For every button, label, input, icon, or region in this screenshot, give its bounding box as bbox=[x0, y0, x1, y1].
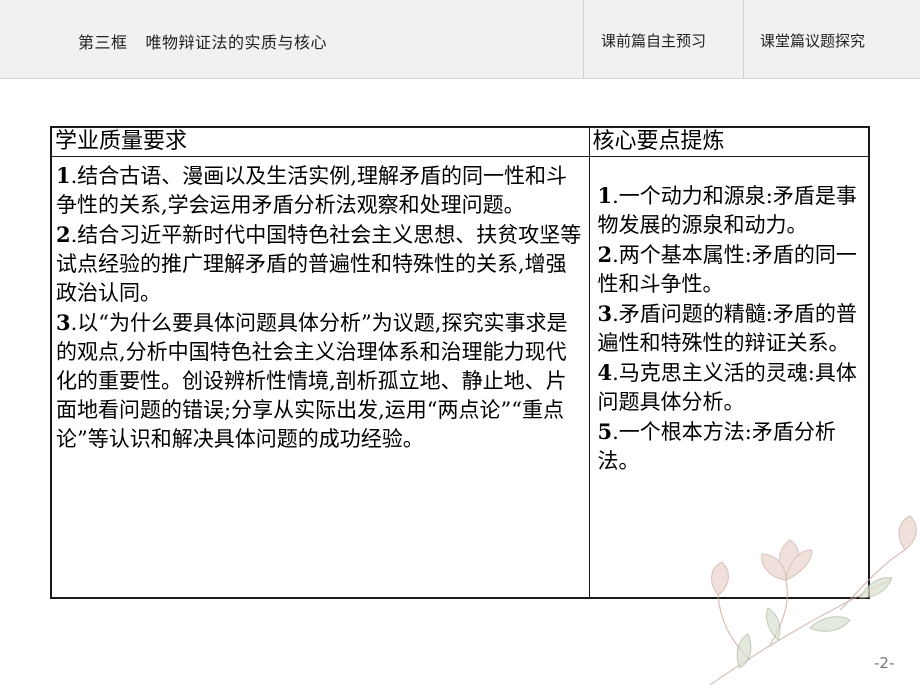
list-item: 4.马克思主义活的灵魂:具体问题具体分析。 bbox=[598, 358, 867, 417]
slide-header: 第三框 唯物辩证法的实质与核心 课前篇自主预习 课堂篇议题探究 bbox=[0, 0, 920, 79]
list-item: 2.两个基本属性:矛盾的同一性和斗争性。 bbox=[598, 240, 867, 299]
nav-divider bbox=[743, 0, 744, 78]
item-text: .以“为什么要具体问题具体分析”为议题,探究实事求是的观点,分析中国特色社会主义… bbox=[56, 311, 568, 451]
item-number: 2 bbox=[56, 222, 71, 247]
item-text: .结合习近平新时代中国特色社会主义思想、扶贫攻坚等试点经验的推广理解矛盾的普遍性… bbox=[56, 223, 582, 305]
quality-requirements-cell: 1.结合古语、漫画以及生活实例,理解矛盾的同一性和斗争性的关系,学会运用矛盾分析… bbox=[50, 156, 590, 599]
item-number: 3 bbox=[597, 301, 613, 326]
page-number: -2- bbox=[874, 654, 895, 672]
section-label: 第三框 bbox=[78, 33, 128, 52]
list-item: 3.矛盾问题的精髓:矛盾的普遍性和特殊性的辩证关系。 bbox=[598, 299, 867, 358]
item-text: .结合古语、漫画以及生活实例,理解矛盾的同一性和斗争性的关系,学会运用矛盾分析法… bbox=[56, 164, 567, 217]
lesson-title: 唯物辩证法的实质与核心 bbox=[145, 33, 328, 52]
item-text: .一个根本方法:矛盾分析法。 bbox=[597, 420, 836, 473]
list-item: 3.以“为什么要具体问题具体分析”为议题,探究实事求是的观点,分析中国特色社会主… bbox=[56, 308, 585, 454]
item-text: .两个基本属性:矛盾的同一性和斗争性。 bbox=[597, 243, 857, 296]
table-header-row: 学业质量要求 核心要点提炼 bbox=[50, 126, 870, 157]
item-number: 2 bbox=[597, 242, 613, 267]
tab-preview[interactable]: 课前篇自主预习 bbox=[601, 30, 706, 51]
item-text: .矛盾问题的精髓:矛盾的普遍性和特殊性的辩证关系。 bbox=[597, 302, 857, 355]
item-number: 3 bbox=[56, 310, 71, 335]
list-item: 1.结合古语、漫画以及生活实例,理解矛盾的同一性和斗争性的关系,学会运用矛盾分析… bbox=[56, 161, 585, 220]
item-number: 1 bbox=[597, 183, 613, 208]
item-number: 4 bbox=[597, 360, 613, 385]
nav-divider bbox=[583, 0, 584, 78]
header-title: 第三框 唯物辩证法的实质与核心 bbox=[78, 29, 327, 53]
header-core-points: 核心要点提炼 bbox=[588, 126, 870, 157]
item-number: 1 bbox=[56, 163, 71, 188]
header-quality-requirements: 学业质量要求 bbox=[50, 126, 590, 157]
list-item: 2.结合习近平新时代中国特色社会主义思想、扶贫攻坚等试点经验的推广理解矛盾的普遍… bbox=[56, 220, 585, 308]
item-text: .马克思主义活的灵魂:具体问题具体分析。 bbox=[597, 361, 857, 414]
tab-exploration[interactable]: 课堂篇议题探究 bbox=[760, 30, 865, 51]
item-text: .一个动力和源泉:矛盾是事物发展的源泉和动力。 bbox=[597, 184, 857, 237]
item-number: 5 bbox=[597, 419, 613, 444]
list-item: 1.一个动力和源泉:矛盾是事物发展的源泉和动力。 bbox=[598, 181, 867, 240]
list-item: 5.一个根本方法:矛盾分析法。 bbox=[598, 417, 867, 476]
